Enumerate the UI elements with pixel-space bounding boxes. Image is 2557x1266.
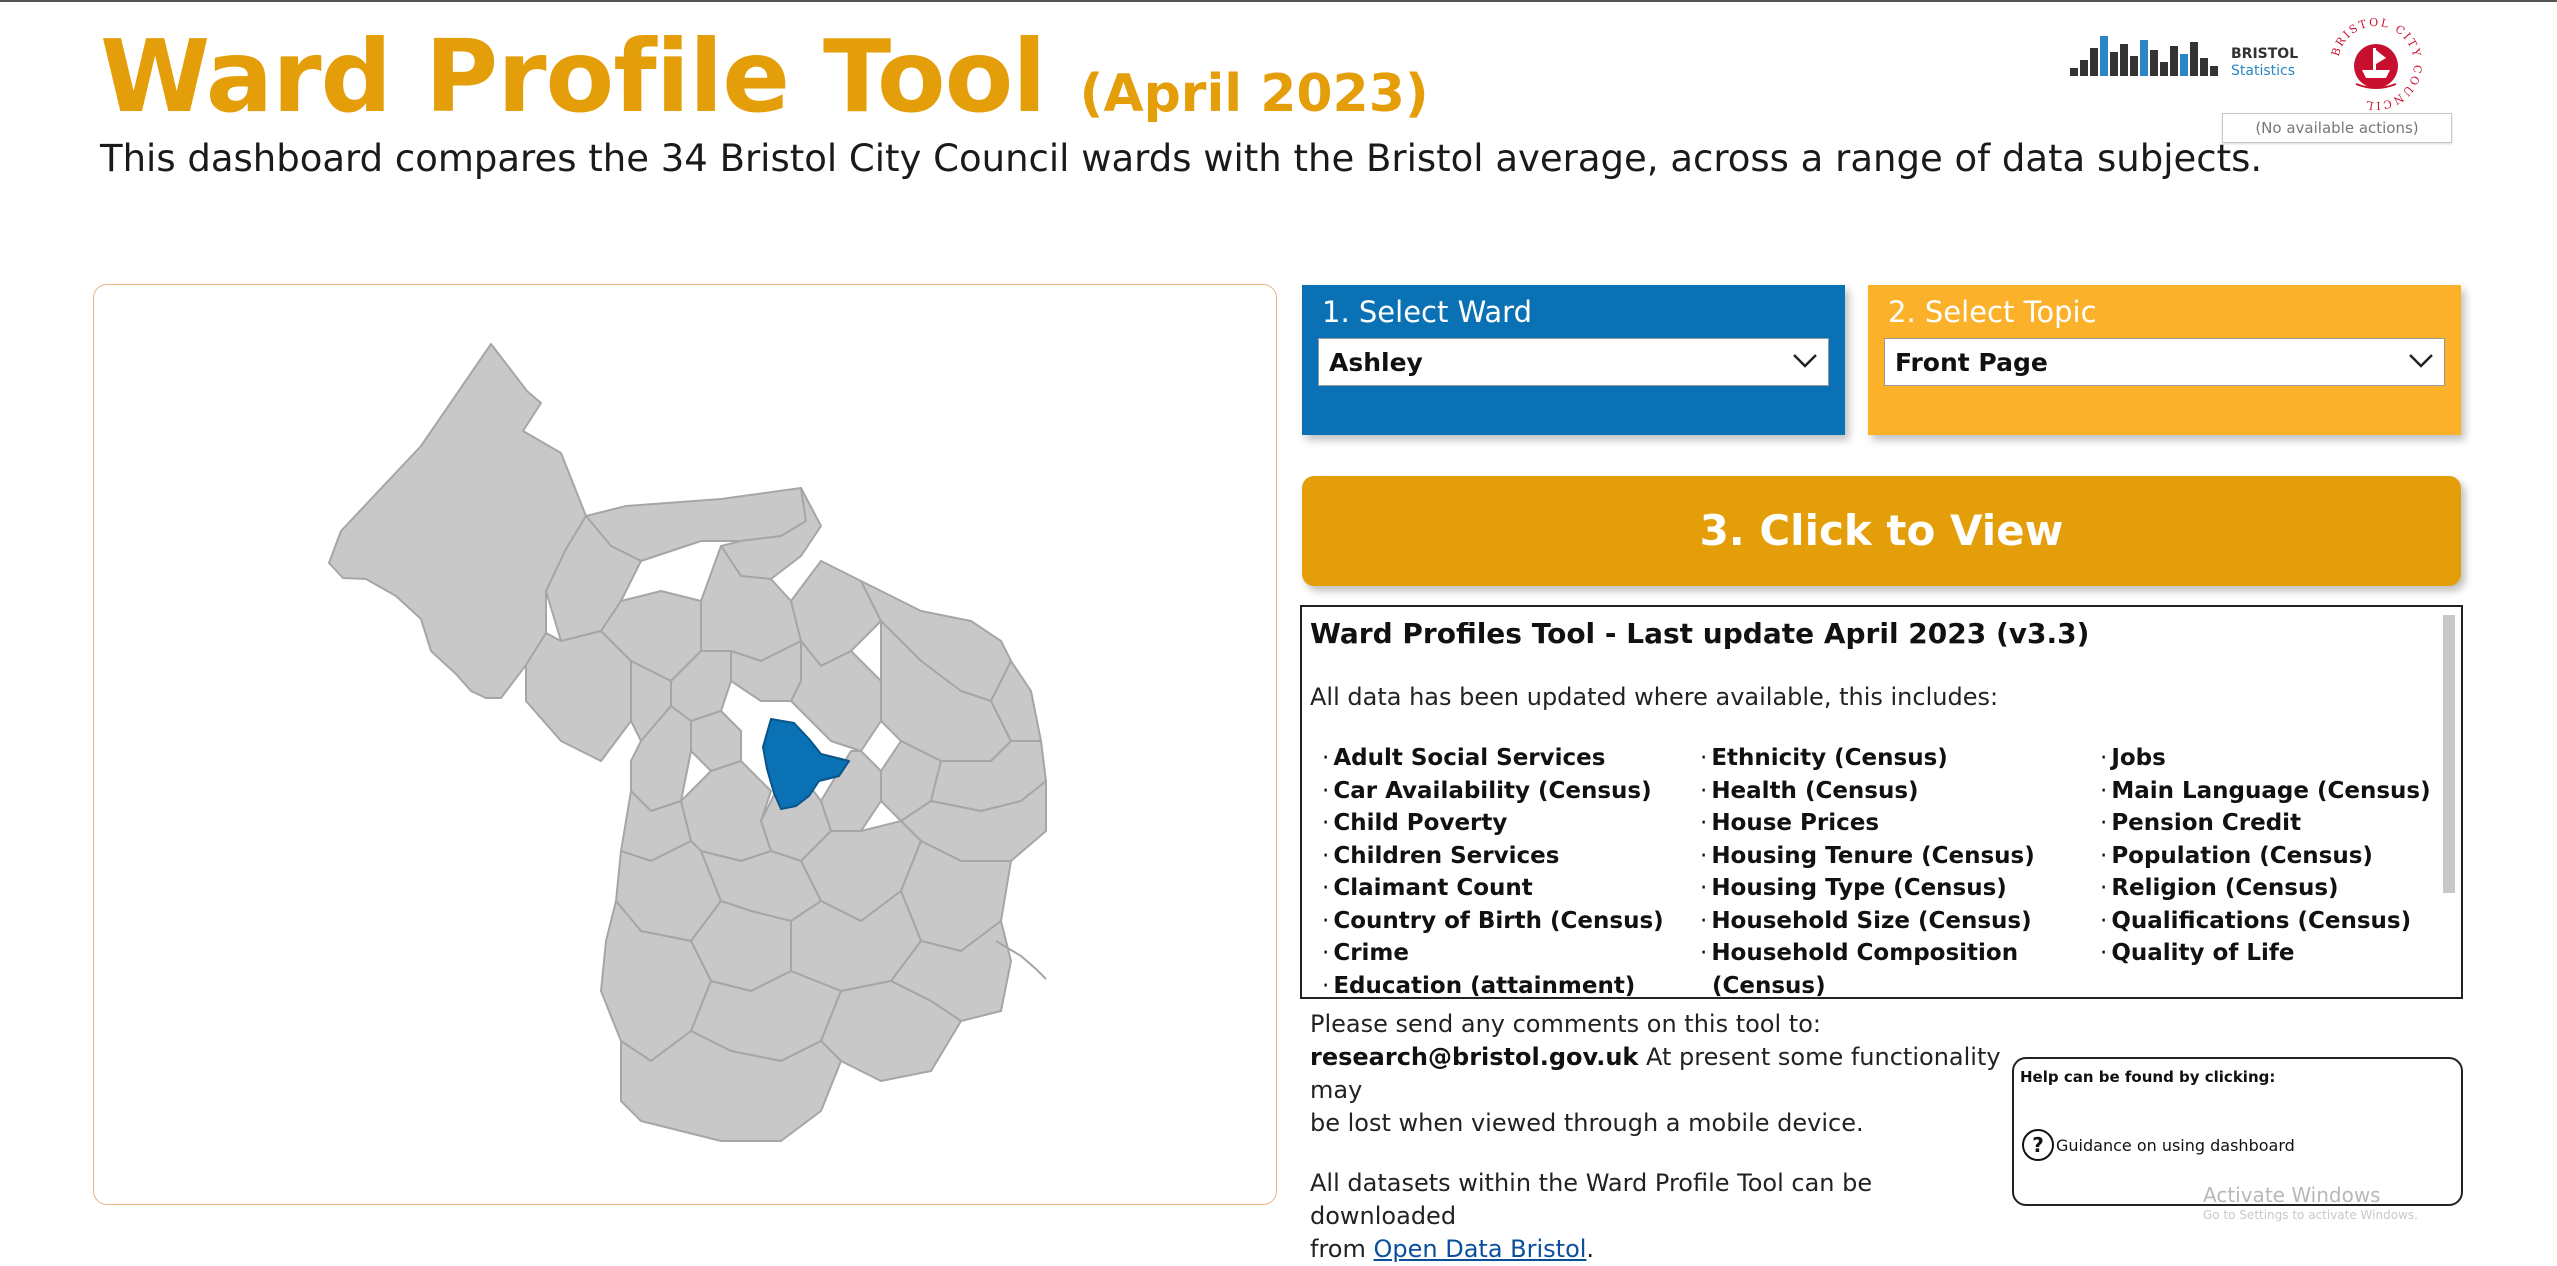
ward-map[interactable] [94,285,1276,1204]
council-crest-icon: BRISTOL CITY COUNCIL [2329,16,2422,112]
list-item-continued: (Census) [1712,972,1826,999]
list-item: · Health (Census) [1700,777,1919,804]
info-intro: All data has been updated where availabl… [1310,683,1999,711]
click-to-view-button[interactable]: 3. Click to View [1302,476,2461,586]
page-description: This dashboard compares the 34 Bristol C… [100,137,2263,180]
select-ward-card: 1. Select Ward Ashley [1302,285,1845,435]
list-item: · Children Services [1322,842,1560,869]
list-item: · Pension Credit [2100,810,2302,836]
list-item: · Jobs [2100,745,2166,771]
open-data-bristol-link[interactable]: Open Data Bristol [1373,1235,1586,1263]
ward-stoke-bishop [525,630,632,762]
comments-line: Please send any comments on this tool to… [1310,1010,1821,1038]
list-item: · Claimant Count [1322,875,1533,901]
download-line: All datasets within the Ward Profile Too… [1310,1169,1873,1230]
update-info-panel[interactable]: Ward Profiles Tool - Last update April 2… [1300,605,2463,999]
select-ward-label: 1. Select Ward [1322,295,1532,329]
logo-text-bristol: BRISTOL [2231,46,2299,62]
windows-activation-watermark: Activate Windows [2203,1183,2381,1207]
list-item: · Main Language (Census) [2100,777,2431,804]
guidance-link-label[interactable]: Guidance on using dashboard [2056,1136,2295,1155]
guidance-link[interactable]: ? Guidance on using dashboard [2022,1129,2295,1161]
comments-line: be lost when viewed through a mobile dev… [1310,1109,1864,1137]
ward-cotham [690,710,742,772]
list-item: · Religion (Census) [2100,875,2339,901]
no-actions-button[interactable]: (No available actions) [2222,113,2452,143]
list-item: · Child Poverty [1322,810,1508,836]
ward-dropdown[interactable]: Ashley [1318,338,1829,386]
info-title: Ward Profiles Tool - Last update April 2… [1310,617,2090,650]
chevron-down-icon [1793,354,1817,368]
list-item: · Ethnicity (Census) [1700,745,1948,771]
bristol-statistics-logo: BRISTOL Statistics [2068,26,2298,82]
chevron-down-icon [2409,354,2433,368]
select-topic-card: 2. Select Topic Front Page [1868,285,2461,435]
download-link-line: from Open Data Bristol. [1310,1235,1595,1263]
contact-email: research@bristol.gov.uk [1310,1043,1639,1071]
logo-text-statistics: Statistics [2231,63,2295,79]
title-date: (April 2023) [1079,64,1429,124]
list-item: · Housing Type (Census) [1700,875,2007,901]
ward-map-panel[interactable] [93,284,1277,1205]
list-item: · House Prices [1700,810,1880,836]
list-item: · Housing Tenure (Census) [1700,842,2035,869]
bristol-city-council-logo: BRISTOL CITY COUNCIL [2326,14,2426,114]
list-item: · Car Availability (Census) [1322,777,1652,804]
list-item: · Qualifications (Census) [2100,907,2412,934]
title-main: Ward Profile Tool [100,18,1047,135]
top-border [0,0,2557,2]
select-topic-label: 2. Select Topic [1888,295,2097,329]
dataset-list-1: · Adult Social Services · Car Availability… [1322,742,1664,999]
bar-logo-icon [2070,36,2218,76]
ward-dropdown-value: Ashley [1329,348,1423,377]
list-item: · Crime [1322,940,1409,966]
list-item: · Household Composition [1700,940,2019,966]
dataset-list-2: · Ethnicity (Census) · Health (Census) · Ho… [1700,742,2035,999]
comments-section: Please send any comments on this tool to… [1310,1008,2010,1266]
list-item: · Quality of Life [2100,940,2295,966]
list-item: · Adult Social Services [1322,745,1606,771]
list-item: · Population (Census) [2100,842,2373,869]
list-item: · Household Size (Census) [1700,907,2032,934]
help-title: Help can be found by clicking: [2020,1068,2276,1086]
comments-contact: research@bristol.gov.uk At present some … [1310,1043,2001,1104]
topic-dropdown-value: Front Page [1895,348,2048,377]
page-title: Ward Profile Tool (April 2023) [100,18,1429,135]
scrollbar[interactable] [2443,615,2455,893]
windows-activation-hint: Go to Settings to activate Windows. [2203,1208,2418,1222]
dataset-list-3: · Jobs · Main Language (Census) · Pension C… [2100,742,2431,970]
list-item: · Country of Birth (Census) [1322,907,1664,934]
question-circle-icon[interactable]: ? [2022,1129,2054,1161]
list-item: · Education (attainment) [1322,972,1636,999]
topic-dropdown[interactable]: Front Page [1884,338,2445,386]
